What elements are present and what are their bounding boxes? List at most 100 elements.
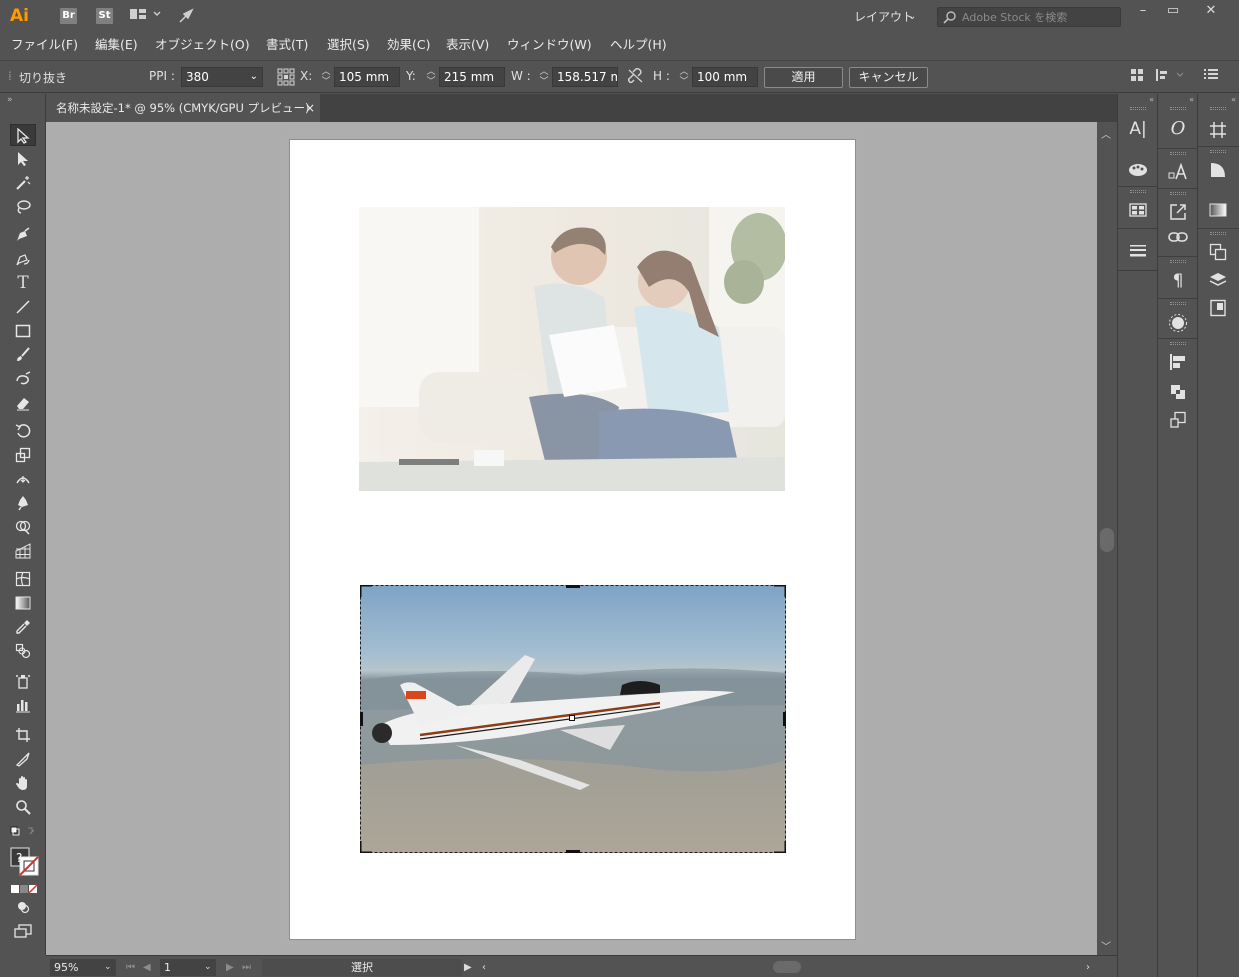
scale-tool[interactable] (10, 444, 36, 466)
shaper-tool[interactable] (10, 368, 36, 390)
menu-file[interactable]: ファイル(F) (11, 36, 78, 54)
scroll-right-icon[interactable]: › (1086, 959, 1090, 976)
scroll-down-icon[interactable]: ﹀ (1101, 938, 1111, 953)
paragraph-panel-icon[interactable]: ¶ (1163, 268, 1193, 294)
panel-grip[interactable] (1170, 107, 1186, 110)
vertical-scrollbar[interactable]: ︿ ﹀ (1097, 122, 1117, 955)
drawing-mode-icon[interactable] (10, 896, 36, 918)
ppi-select[interactable]: 380 ⌄ (181, 67, 263, 87)
fill-stroke-swatch[interactable]: ? (10, 844, 39, 876)
crop-frame[interactable] (360, 585, 786, 853)
collapse-panels-icon[interactable]: « (1158, 94, 1197, 105)
shape-builder-tool[interactable] (10, 516, 36, 538)
zoom-select[interactable]: 95% ⌄ (50, 959, 116, 976)
opentype-panel-icon[interactable]: O (1163, 116, 1193, 142)
perspective-grid-tool[interactable] (10, 540, 36, 562)
placed-image-aircraft[interactable] (360, 585, 786, 853)
transform-options-icon[interactable] (1155, 68, 1185, 88)
panel-menu-icon[interactable] (1204, 68, 1218, 86)
panel-grip[interactable] (1130, 190, 1146, 193)
layers-panel-icon[interactable] (1203, 266, 1233, 292)
lasso-tool[interactable] (10, 196, 36, 218)
character-styles-icon[interactable] (1163, 158, 1193, 184)
paintbrush-tool[interactable] (10, 344, 36, 366)
reference-point-icon[interactable] (277, 68, 295, 92)
transform-panel-icon[interactable] (1163, 406, 1193, 432)
artboard-number-select[interactable]: 1 ⌄ (160, 959, 216, 976)
slice-tool[interactable] (10, 748, 36, 770)
stock-search[interactable] (937, 7, 1121, 27)
w-stepper[interactable]: ︿ ﹀ (537, 67, 551, 87)
menu-help[interactable]: ヘルプ(H) (610, 36, 667, 54)
control-grip[interactable]: ⁞ (8, 69, 12, 83)
scroll-up-icon[interactable]: ︿ (1101, 126, 1111, 141)
panel-grip[interactable] (1170, 302, 1186, 305)
document-tab[interactable]: 名称未設定-1* @ 95% (CMYK/GPU プレビュー) × (46, 94, 320, 122)
links-panel-icon[interactable] (1163, 226, 1193, 252)
menu-view[interactable]: 表示(V) (446, 36, 489, 54)
mesh-tool[interactable] (10, 568, 36, 590)
minimize-button[interactable]: – (1128, 0, 1158, 22)
puppet-warp-tool[interactable] (10, 492, 36, 514)
type-tool[interactable]: T (10, 272, 36, 294)
export-asset-icon[interactable] (1163, 198, 1193, 224)
stock-search-input[interactable] (962, 9, 1118, 25)
maximize-button[interactable]: ▭ (1158, 0, 1188, 22)
w-field[interactable]: 158.517 m (552, 67, 618, 87)
blend-tool[interactable] (10, 640, 36, 662)
rotate-tool[interactable] (10, 420, 36, 442)
apply-button[interactable]: 適用 (764, 67, 843, 88)
color-mode-buttons[interactable] (10, 880, 38, 894)
stroke-panel-icon[interactable] (1123, 238, 1153, 264)
canvas[interactable] (46, 122, 1097, 955)
libraries-panel-icon[interactable] (1203, 238, 1233, 264)
selection-tool[interactable] (10, 124, 36, 146)
panel-grip[interactable] (1210, 232, 1226, 235)
width-tool[interactable] (10, 468, 36, 490)
vertical-scroll-thumb[interactable] (1100, 528, 1114, 552)
previous-artboard-icon[interactable]: ◀ (143, 959, 151, 976)
pathfinder-panel-icon[interactable] (1163, 378, 1193, 404)
collapse-panels-icon[interactable]: « (1198, 94, 1239, 105)
eraser-tool[interactable] (10, 392, 36, 414)
pen-tool[interactable] (10, 224, 36, 246)
artboards-panel-icon[interactable] (1203, 116, 1233, 142)
panel-grip[interactable] (1210, 107, 1226, 110)
panel-grip[interactable] (1210, 150, 1226, 153)
status-info[interactable]: 選択 (262, 959, 462, 976)
x-field[interactable]: 105 mm (334, 67, 400, 87)
collapse-panels-icon[interactable]: « (1118, 94, 1157, 105)
asset-export-panel-icon[interactable] (1203, 294, 1233, 320)
symbol-sprayer-tool[interactable] (10, 670, 36, 692)
hand-tool[interactable] (10, 772, 36, 794)
curvature-tool[interactable] (10, 248, 36, 270)
link-constrain-icon[interactable] (627, 67, 645, 90)
direct-selection-tool[interactable] (10, 148, 36, 170)
transparency-panel-icon[interactable] (1203, 156, 1233, 182)
menu-window[interactable]: ウィンドウ(W) (507, 36, 592, 54)
magic-wand-tool[interactable] (10, 172, 36, 194)
gradient-panel-icon[interactable] (1203, 198, 1233, 224)
stock-button[interactable]: St (96, 8, 113, 24)
cancel-button[interactable]: キャンセル (849, 67, 928, 88)
collapse-tools-icon[interactable]: » (7, 95, 13, 105)
gradient-tool[interactable] (10, 592, 36, 614)
menu-effect[interactable]: 効果(C) (387, 36, 430, 54)
status-menu-icon[interactable]: ▶ (464, 959, 472, 976)
align-panel-icon[interactable] (1130, 68, 1144, 88)
gpu-performance-icon[interactable] (178, 7, 196, 25)
horizontal-scroll-thumb[interactable] (773, 961, 801, 973)
panel-grip[interactable] (1170, 192, 1186, 195)
default-fill-stroke-icon[interactable] (10, 822, 36, 838)
line-segment-tool[interactable] (10, 296, 36, 318)
character-panel-icon[interactable]: A| (1123, 116, 1153, 142)
menu-select[interactable]: 選択(S) (327, 36, 370, 54)
arrange-documents-icon[interactable] (130, 7, 162, 25)
menu-type[interactable]: 書式(T) (266, 36, 308, 54)
swatches-panel-icon[interactable] (1123, 198, 1153, 224)
first-artboard-icon[interactable]: ⏮ (126, 959, 135, 976)
workspace-switcher[interactable]: レイアウト ⌄ (848, 7, 926, 27)
column-graph-tool[interactable] (10, 694, 36, 716)
align-panel-icon[interactable] (1163, 348, 1193, 374)
panel-grip[interactable] (1130, 107, 1146, 110)
